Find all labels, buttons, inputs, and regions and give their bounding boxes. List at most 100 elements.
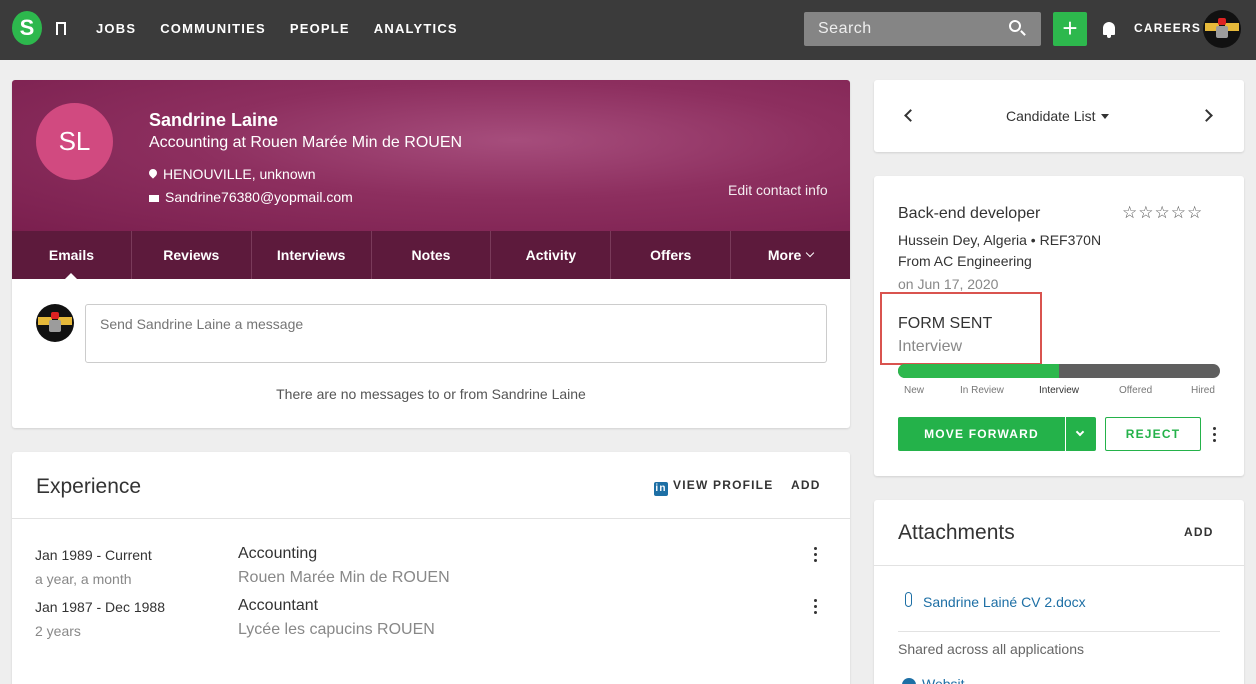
more-options-icon[interactable] <box>1213 427 1217 443</box>
careers-link[interactable]: CAREERS <box>1134 21 1201 35</box>
bell-icon[interactable] <box>1103 22 1115 38</box>
stage-label: Hired <box>1191 385 1215 396</box>
divider <box>874 565 1244 566</box>
nav-link-analytics[interactable]: ANALYTICS <box>374 21 458 36</box>
tab-label: Offers <box>650 247 692 263</box>
add-experience-button[interactable]: ADD <box>791 478 821 492</box>
experience-duration: a year, a month <box>35 571 132 587</box>
application-source: From AC Engineering <box>898 253 1032 269</box>
paperclip-icon <box>905 592 912 607</box>
view-profile-button[interactable]: in VIEW PROFILE <box>654 478 773 496</box>
candidate-location: HENOUVILLE, unknown <box>149 166 316 182</box>
globe-icon <box>902 678 916 684</box>
divider <box>12 518 850 519</box>
experience-role: Accountant <box>238 597 319 614</box>
experience-row: Jan 1989 - Current a year, a month Accou… <box>12 545 850 597</box>
experience-duration: 2 years <box>35 623 81 639</box>
stage-label: In Review <box>960 385 1004 396</box>
experience-org: Rouen Marée Min de ROUEN <box>238 569 450 586</box>
reject-button[interactable]: REJECT <box>1105 417 1201 451</box>
tab-label: Emails <box>48 247 94 263</box>
tab-label: Notes <box>411 247 451 263</box>
chevron-left-icon[interactable] <box>904 109 917 122</box>
nav-link-jobs[interactable]: JOBS <box>96 21 136 36</box>
tab-label: Reviews <box>163 247 220 263</box>
chevron-right-icon[interactable] <box>1200 109 1213 122</box>
more-options-icon[interactable] <box>814 599 818 615</box>
stage-label: New <box>904 385 925 396</box>
edit-contact-link[interactable]: Edit contact info <box>728 182 828 198</box>
search-icon[interactable] <box>1009 20 1021 32</box>
shared-note: Shared across all applications <box>898 641 1084 657</box>
candidate-email-text: Sandrine76380@yopmail.com <box>165 189 353 205</box>
stage-label: Interview <box>1039 385 1080 396</box>
tab-activity[interactable]: Activity <box>491 231 612 279</box>
job-title[interactable]: Back-end developer <box>898 205 1040 223</box>
experience-role: Accounting <box>238 545 318 562</box>
nav-link-people[interactable]: PEOPLE <box>290 21 350 36</box>
avatar-crest <box>51 312 59 319</box>
view-profile-label: VIEW PROFILE <box>673 478 774 492</box>
bookmark-icon[interactable] <box>56 22 66 36</box>
attachments-title: Attachments <box>898 521 1015 544</box>
add-button[interactable]: + <box>1053 12 1087 46</box>
chevron-down-icon <box>806 248 815 258</box>
search-input[interactable] <box>804 12 1004 46</box>
message-input[interactable] <box>85 304 827 363</box>
experience-row: Jan 1987 - Dec 1988 2 years Accountant L… <box>12 597 850 649</box>
attachments-card: Attachments ADD Sandrine Lainé CV 2.docx… <box>874 500 1244 684</box>
tab-label: Activity <box>525 247 577 263</box>
location-pin-icon <box>149 169 157 179</box>
chevron-down-icon <box>1075 427 1085 437</box>
stage-label: Offered <box>1119 385 1153 396</box>
tab-more[interactable]: More <box>731 231 850 279</box>
profile-tabs: Emails Reviews Interviews Notes Activity… <box>12 231 850 279</box>
experience-dates: Jan 1987 - Dec 1988 <box>35 599 165 615</box>
tab-reviews[interactable]: Reviews <box>132 231 252 279</box>
star-rating[interactable]: ☆☆☆☆☆ <box>1122 203 1203 223</box>
avatar-face <box>49 320 61 332</box>
experience-title: Experience <box>36 475 142 498</box>
sender-avatar <box>36 304 74 342</box>
attachment-file-link[interactable]: Sandrine Lainé CV 2.docx <box>923 594 1086 610</box>
divider <box>898 631 1220 632</box>
profile-card: SL Sandrine Laine Accounting at Rouen Ma… <box>12 80 850 428</box>
experience-card: Experience in VIEW PROFILE ADD Jan 1989 -… <box>12 452 850 684</box>
candidate-list-label: Candidate List <box>1006 108 1096 124</box>
website-link[interactable]: Websit <box>922 676 965 684</box>
candidate-list-dropdown[interactable]: Candidate List <box>1006 108 1109 124</box>
candidate-title: Accounting at Rouen Marée Min de ROUEN <box>149 134 463 151</box>
add-attachment-button[interactable]: ADD <box>1184 525 1214 539</box>
tab-offers[interactable]: Offers <box>611 231 732 279</box>
nav-link-communities[interactable]: COMMUNITIES <box>160 21 266 36</box>
user-avatar[interactable] <box>1203 10 1241 48</box>
tab-label: Interviews <box>276 247 346 263</box>
experience-dates: Jan 1989 - Current <box>35 547 152 563</box>
candidate-email: Sandrine76380@yopmail.com <box>149 189 353 205</box>
avatar-face <box>1216 26 1228 38</box>
application-date: on Jun 17, 2020 <box>898 276 999 292</box>
candidate-location-text: HENOUVILLE, unknown <box>163 166 316 182</box>
profile-header: SL Sandrine Laine Accounting at Rouen Ma… <box>12 80 850 231</box>
tab-emails[interactable]: Emails <box>12 231 132 279</box>
candidate-nav-card: Candidate List <box>874 80 1244 152</box>
job-location-ref: Hussein Dey, Algeria • REF370N <box>898 232 1102 248</box>
stage-progress-fill <box>898 364 1059 378</box>
search-bar <box>804 12 1041 46</box>
candidate-avatar: SL <box>36 103 113 180</box>
tab-interviews[interactable]: Interviews <box>252 231 372 279</box>
app-logo[interactable]: S <box>12 11 42 45</box>
linkedin-icon: in <box>654 482 668 496</box>
no-messages-text: There are no messages to or from Sandrin… <box>276 386 586 402</box>
tab-label: More <box>767 247 802 263</box>
move-forward-dropdown[interactable] <box>1066 417 1096 451</box>
top-nav: S JOBS COMMUNITIES PEOPLE ANALYTICS + CA… <box>0 0 1256 60</box>
caret-down-icon <box>1100 114 1109 119</box>
tab-notes[interactable]: Notes <box>372 231 492 279</box>
move-forward-button[interactable]: MOVE FORWARD <box>898 417 1065 451</box>
experience-org: Lycée les capucins ROUEN <box>238 621 435 638</box>
candidate-name: Sandrine Laine <box>149 110 279 130</box>
application-card: Back-end developer ☆☆☆☆☆ Hussein Dey, Al… <box>874 176 1244 476</box>
nav-links: JOBS COMMUNITIES PEOPLE ANALYTICS <box>96 21 458 36</box>
more-options-icon[interactable] <box>814 547 818 563</box>
